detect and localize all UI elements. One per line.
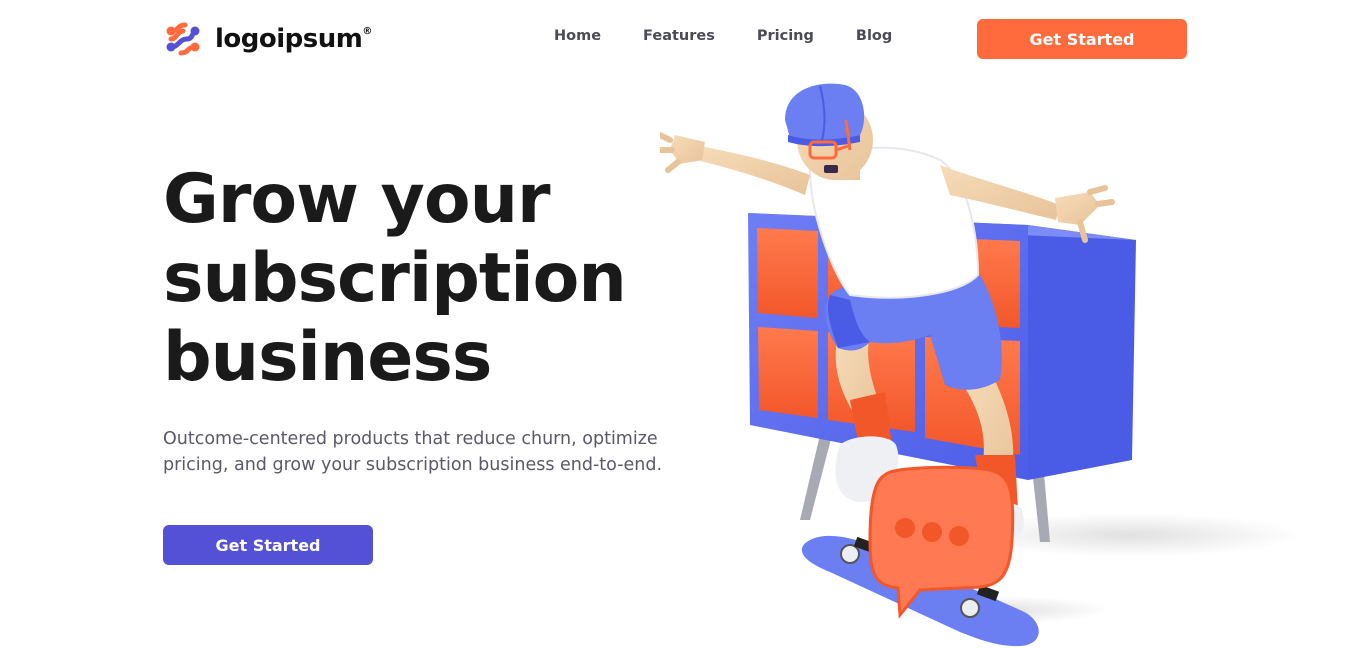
- nav-item-pricing[interactable]: Pricing: [757, 28, 814, 44]
- hero-get-started-button[interactable]: Get Started: [163, 525, 373, 565]
- nav-item-blog[interactable]: Blog: [856, 28, 892, 44]
- logo-text: logoipsum®: [215, 24, 372, 54]
- header-get-started-button[interactable]: Get Started: [977, 19, 1187, 59]
- hero-title: Grow your subscription business: [163, 160, 627, 397]
- hero-subtitle: Outcome-centered products that reduce ch…: [163, 429, 663, 475]
- logo-mark-icon: [166, 22, 200, 56]
- nav-item-home[interactable]: Home: [554, 28, 601, 44]
- logo[interactable]: logoipsum®: [163, 19, 372, 59]
- main-nav: Home Features Pricing Blog: [554, 28, 934, 44]
- landing-page: logoipsum® Home Features Pricing Blog Ge…: [0, 0, 1350, 650]
- nav-item-features[interactable]: Features: [643, 28, 715, 44]
- skateboarder-illustration: [655, 80, 1300, 650]
